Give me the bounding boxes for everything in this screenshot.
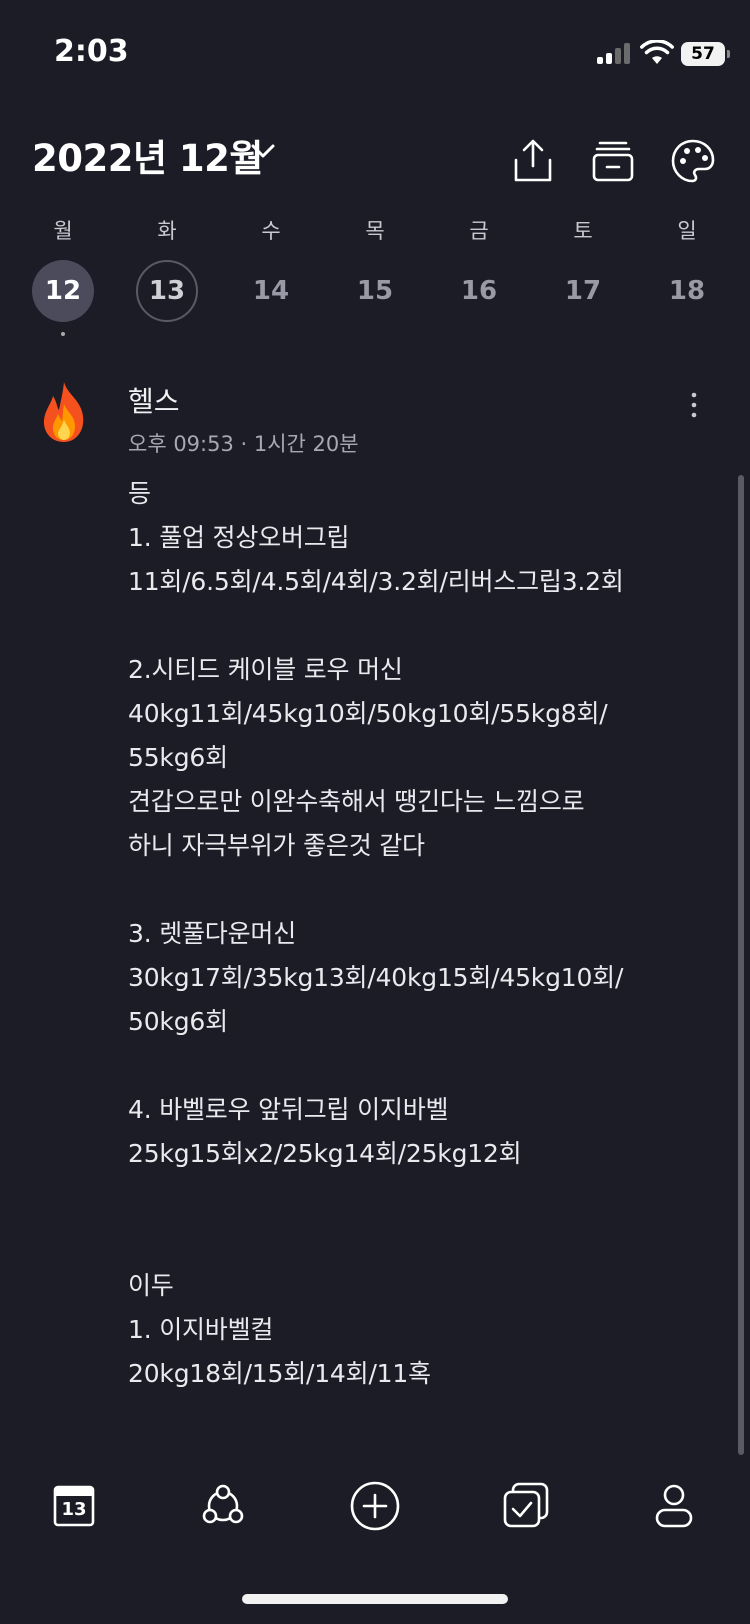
cellular-signal-icon: [597, 42, 631, 64]
day-number[interactable]: 14: [240, 260, 302, 322]
palette-icon[interactable]: [670, 138, 716, 184]
day-name: 수: [261, 219, 281, 243]
day-name: 금: [469, 219, 489, 243]
day-number[interactable]: 18: [656, 260, 718, 322]
chevron-down-icon[interactable]: [250, 142, 276, 160]
checklist-icon: [503, 1482, 549, 1528]
community-icon: [202, 1484, 244, 1524]
day-thursday[interactable]: 목 15: [335, 216, 415, 322]
wifi-icon: [640, 40, 674, 64]
day-name: 월: [53, 219, 73, 243]
event-dot: [61, 332, 65, 336]
entry-meta: 오후 09:53 · 1시간 20분: [128, 432, 359, 456]
day-name: 일: [677, 219, 697, 243]
month-title[interactable]: 2022년 12월: [32, 128, 263, 182]
profile-icon: [655, 1484, 693, 1528]
day-monday[interactable]: 월 12: [23, 216, 103, 336]
day-friday[interactable]: 금 16: [439, 216, 519, 322]
day-number[interactable]: 13: [136, 260, 198, 322]
day-number[interactable]: 12: [32, 260, 94, 322]
day-wednesday[interactable]: 수 14: [231, 216, 311, 322]
week-strip: 월 12 화 13 수 14 목 15 금 16 토 17 일 18: [0, 216, 750, 356]
day-sunday[interactable]: 일 18: [647, 216, 727, 322]
add-icon: [350, 1481, 400, 1531]
tab-calendar[interactable]: 13: [48, 1480, 100, 1532]
more-vertical-icon[interactable]: [690, 392, 698, 418]
entry-body: 등 1. 풀업 정상오버그립 11회/6.5회/4.5회/4회/3.2회/리버스…: [128, 479, 624, 1388]
day-tuesday[interactable]: 화 13: [127, 216, 207, 322]
day-number[interactable]: 15: [344, 260, 406, 322]
calendar-icon-day: 13: [61, 1499, 87, 1520]
tab-community[interactable]: [197, 1480, 249, 1532]
status-bar: 2:03 57: [0, 0, 750, 100]
archive-icon[interactable]: [590, 138, 636, 184]
day-number[interactable]: 16: [448, 260, 510, 322]
tab-bar: 13: [0, 1470, 750, 1550]
scrollbar[interactable]: [738, 475, 744, 1455]
entry-title: 헬스: [128, 385, 180, 418]
home-indicator[interactable]: [242, 1594, 508, 1604]
tab-tasks[interactable]: [500, 1480, 552, 1532]
tab-add[interactable]: [349, 1480, 401, 1532]
day-number[interactable]: 17: [552, 260, 614, 322]
day-name: 화: [157, 219, 177, 243]
status-time: 2:03: [54, 34, 129, 69]
calendar-header: 2022년 12월: [0, 120, 750, 200]
tab-profile[interactable]: [648, 1480, 700, 1532]
day-saturday[interactable]: 토 17: [543, 216, 623, 322]
day-name: 목: [365, 219, 385, 243]
share-icon[interactable]: [510, 138, 556, 184]
battery-indicator: 57: [681, 42, 730, 66]
day-name: 토: [573, 219, 593, 243]
fire-icon: [43, 382, 84, 442]
